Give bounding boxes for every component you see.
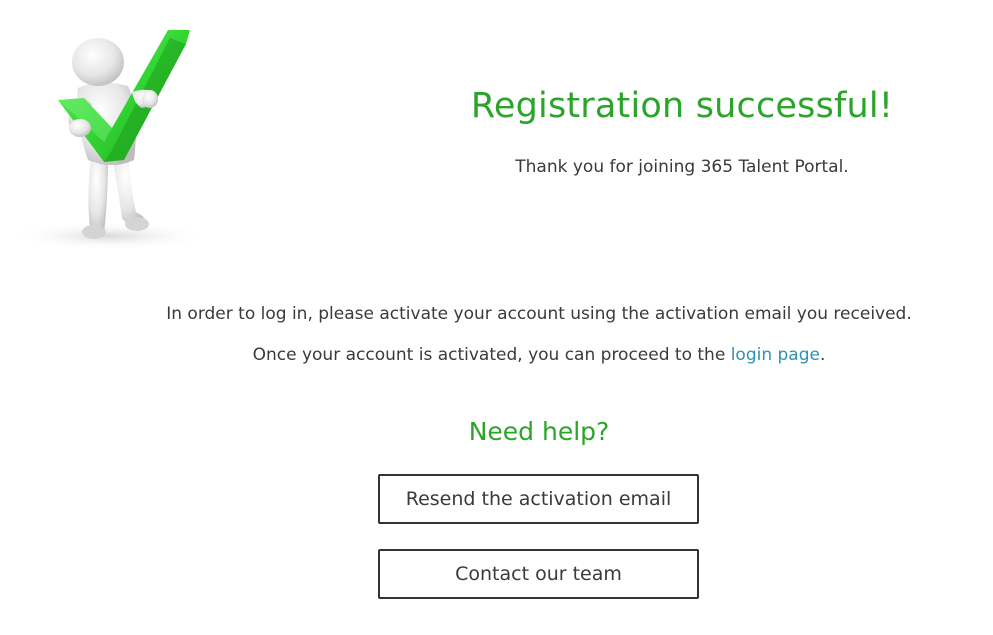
login-instructions-prefix: Once your account is activated, you can … bbox=[252, 345, 731, 365]
activation-instructions: In order to log in, please activate your… bbox=[166, 304, 912, 324]
thank-you-message: Thank you for joining 365 Talent Portal. bbox=[515, 157, 849, 177]
page-title: Registration successful! bbox=[470, 86, 894, 126]
login-page-link[interactable]: login page bbox=[731, 345, 820, 365]
login-instructions-suffix: . bbox=[819, 345, 826, 365]
registration-success-page: Registration successful! Thank you for j… bbox=[0, 0, 993, 635]
contact-team-button[interactable]: Contact our team bbox=[378, 549, 699, 599]
checkmark-person-illustration bbox=[0, 0, 215, 250]
need-help-heading: Need help? bbox=[468, 417, 610, 446]
login-instructions: Once your account is activated, you can … bbox=[0, 345, 993, 365]
resend-activation-email-button[interactable]: Resend the activation email bbox=[378, 474, 699, 524]
